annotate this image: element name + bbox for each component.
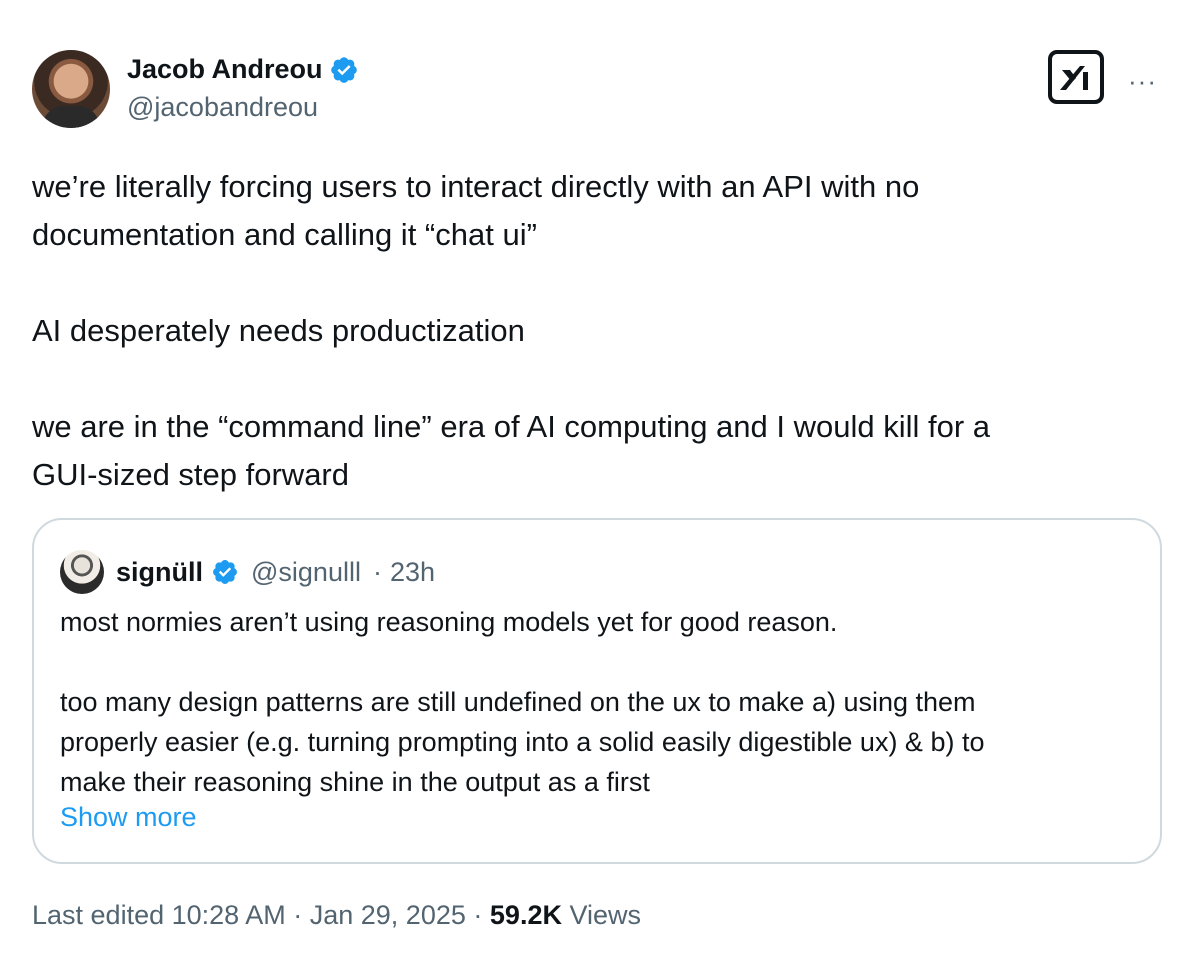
quoted-author-handle[interactable]: @signulll: [251, 557, 361, 588]
quoted-author-avatar[interactable]: [60, 550, 104, 594]
views-count[interactable]: 59.2K: [490, 900, 562, 930]
separator: ·: [372, 556, 382, 587]
edited-label[interactable]: Last edited: [32, 900, 164, 930]
quoted-author-name[interactable]: signüll: [116, 557, 203, 588]
author-name[interactable]: Jacob Andreou: [127, 54, 323, 85]
quoted-tweet-card[interactable]: signüll @signulll · 23h most normies are…: [32, 518, 1162, 864]
quoted-tweet-time[interactable]: 23h: [390, 557, 435, 588]
views-label: Views: [569, 900, 642, 930]
show-more-link[interactable]: Show more: [60, 802, 197, 833]
grok-icon: [1060, 66, 1088, 90]
author-avatar[interactable]: [32, 50, 110, 128]
tweet-meta: Last edited 10:28 AM · Jan 29, 2025 · 59…: [32, 900, 641, 931]
verified-badge-icon: [213, 560, 237, 584]
author-handle[interactable]: @jacobandreou: [127, 92, 318, 123]
grok-button[interactable]: [1048, 50, 1104, 104]
separator: ·: [473, 900, 483, 930]
avatar-shirt: [42, 106, 100, 128]
tweet-time[interactable]: 10:28 AM: [172, 900, 286, 930]
separator: ·: [293, 900, 303, 930]
tweet-date[interactable]: Jan 29, 2025: [310, 900, 466, 930]
more-options-button[interactable]: ···: [1128, 66, 1157, 97]
tweet-text: we’re literally forcing users to interac…: [32, 169, 991, 492]
author-name-row: Jacob Andreou: [127, 54, 359, 85]
quoted-tweet-text: most normies aren’t using reasoning mode…: [60, 607, 985, 797]
quoted-tweet-header: signüll @signulll · 23h: [60, 550, 435, 594]
verified-badge-icon: [330, 56, 357, 83]
